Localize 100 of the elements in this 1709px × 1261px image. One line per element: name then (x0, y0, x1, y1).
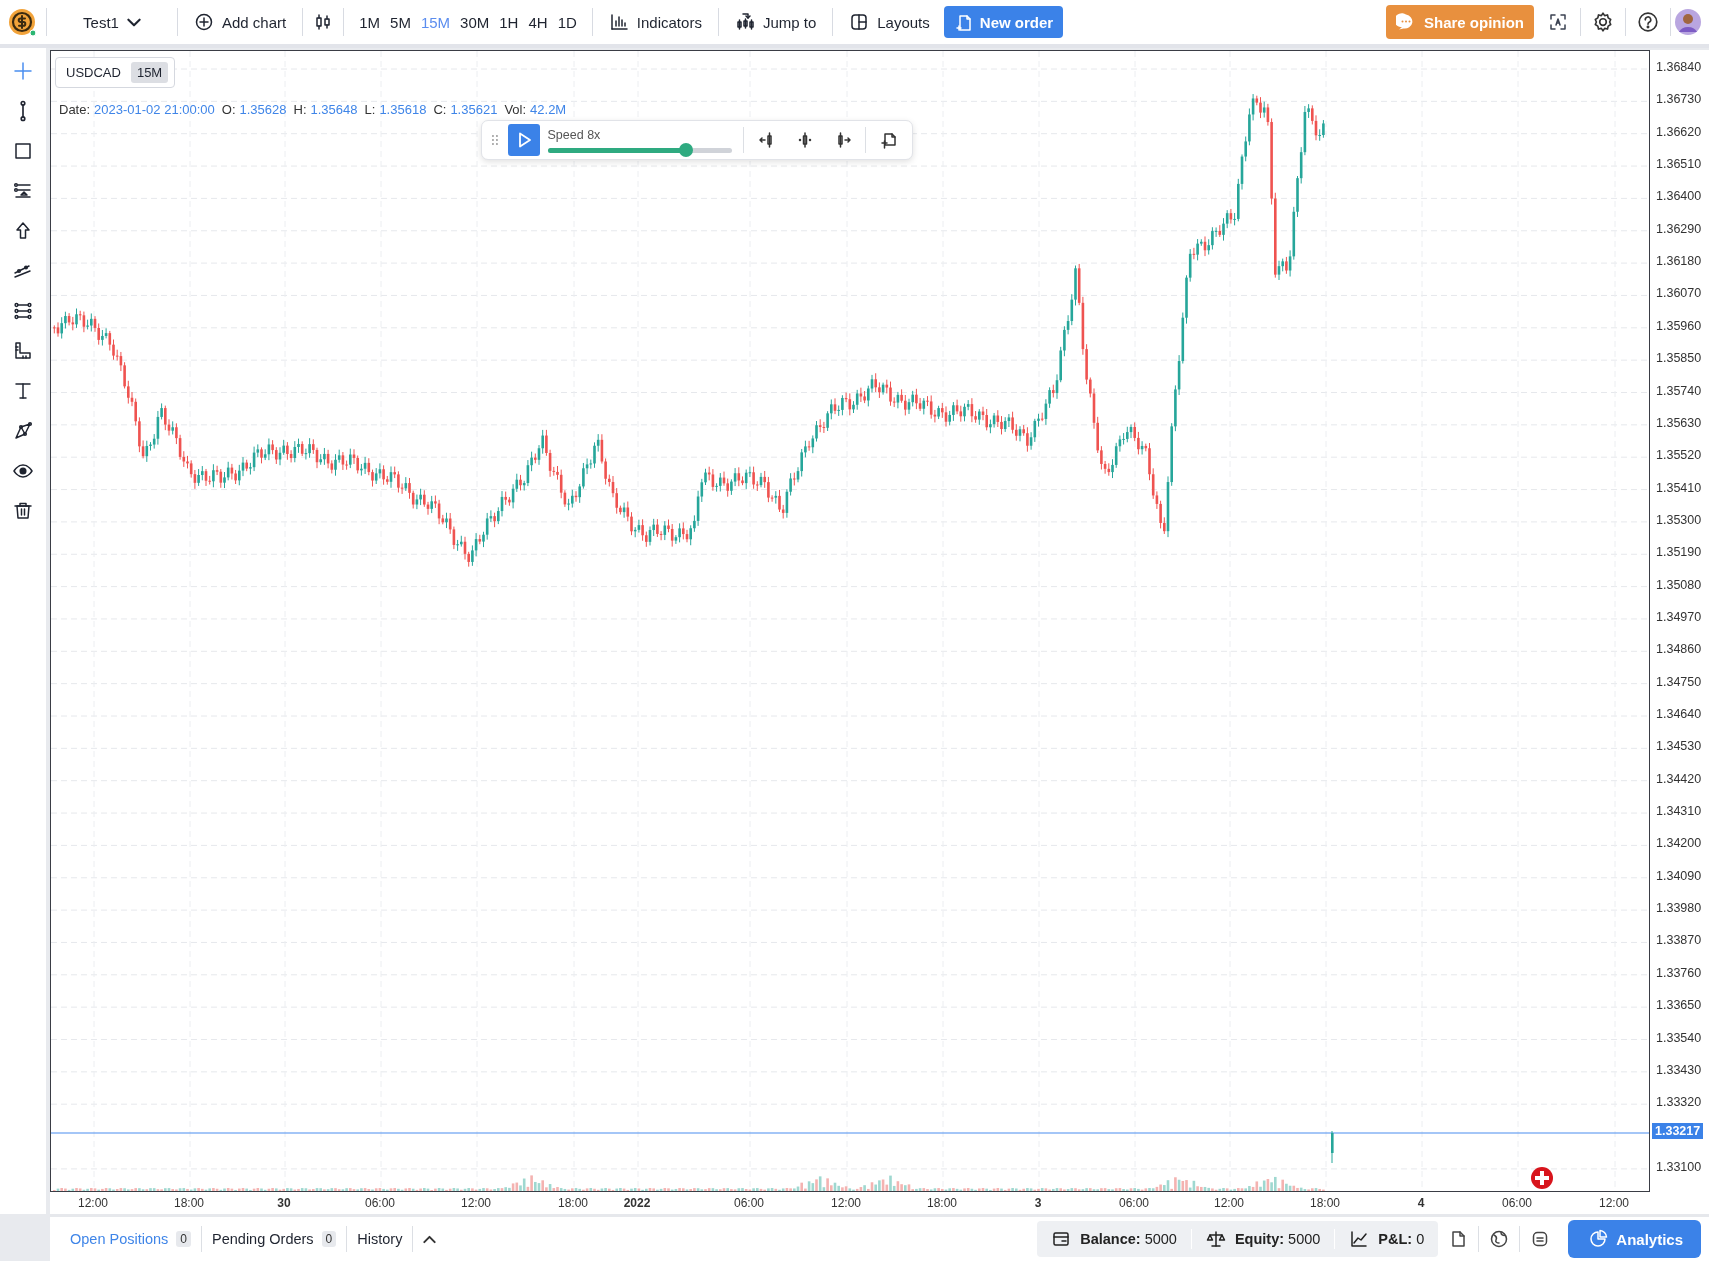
legend-label: Vol: (504, 102, 527, 117)
price-label: 1.35630 (1656, 415, 1702, 430)
legend-label: L: (364, 102, 376, 117)
line-segment-icon (19, 100, 27, 122)
time-label: 06:00 (1119, 1196, 1149, 1210)
price-label: 1.36070 (1656, 286, 1702, 301)
price-label: 1.34970 (1656, 609, 1702, 624)
price-label: 1.34750 (1656, 674, 1702, 689)
parallel-lines-icon (12, 300, 34, 322)
price-label: 1.35740 (1656, 383, 1702, 398)
legend-label: Date: (59, 102, 91, 117)
time-label: 18:00 (558, 1196, 588, 1210)
timeframe-button[interactable]: 5M (385, 9, 416, 35)
analytics-button[interactable]: Analytics (1568, 1220, 1701, 1258)
price-label: 1.33430 (1656, 1062, 1702, 1077)
timeframe-button[interactable]: 1H (494, 9, 524, 35)
panel-tab[interactable]: History (347, 1227, 413, 1251)
price-label: 1.34200 (1656, 836, 1702, 851)
time-label: 18:00 (927, 1196, 957, 1210)
price-label: 1.34090 (1656, 868, 1702, 883)
text-tool-icon (12, 380, 34, 402)
time-label: 2022 (623, 1196, 651, 1210)
chevron-up-icon (423, 1234, 437, 1244)
price-label: 1.33870 (1656, 933, 1702, 948)
current-price-label: 1.33217 (1652, 1123, 1704, 1139)
price-label: 1.35850 (1656, 351, 1702, 366)
new-order-button[interactable]: New order (943, 6, 1064, 38)
timeframe-button[interactable]: 1D (552, 9, 582, 35)
price-label: 1.36840 (1656, 60, 1702, 74)
price-label: 1.35300 (1656, 512, 1702, 527)
frame-icon (1548, 12, 1568, 32)
time-label: 30 (277, 1196, 291, 1210)
time-label: 18:00 (174, 1196, 204, 1210)
layout-grid-icon (849, 12, 870, 32)
price-label: 1.35520 (1656, 448, 1702, 463)
legend-value: 1.35648 (310, 102, 358, 117)
price-label: 1.33760 (1656, 965, 1702, 980)
timeframe-button[interactable]: 4H (523, 9, 553, 35)
price-label: 1.36510 (1656, 157, 1702, 172)
rectangle-icon (12, 140, 34, 162)
indicators-button[interactable]: Indicators (602, 8, 708, 36)
ruler-icon (12, 340, 34, 362)
time-label: 12:00 (1214, 1196, 1244, 1210)
avatar-icon[interactable] (1675, 9, 1701, 35)
chevron-down-icon (126, 17, 141, 27)
account-stat: Equity: 5000 (1234, 1231, 1321, 1247)
plus-circle-icon (194, 12, 214, 32)
logo-icon[interactable] (8, 8, 36, 36)
time-label: 06:00 (1502, 1196, 1532, 1210)
legend-label: H: (293, 102, 307, 117)
price-label: 1.36290 (1656, 221, 1702, 236)
medical-cross-icon[interactable] (1530, 1166, 1554, 1190)
panel-tab[interactable]: Open Positions 0 (60, 1227, 202, 1251)
account-stat: P&L: 0 (1378, 1231, 1425, 1247)
help-icon (1637, 11, 1659, 33)
trash-icon (12, 500, 34, 522)
scales-icon (1205, 1229, 1226, 1249)
price-label: 1.36620 (1656, 124, 1702, 139)
symbol-panel[interactable]: USDCAD 15M (55, 57, 176, 88)
account-stat: Balance: 5000 (1080, 1231, 1177, 1247)
price-label: 1.34310 (1656, 804, 1702, 819)
play-button[interactable] (507, 124, 540, 156)
time-label: 3 (1034, 1196, 1042, 1210)
legend-value: 1.35618 (379, 102, 427, 117)
add-chart-button[interactable]: Add chart (188, 8, 293, 36)
time-label: 12:00 (78, 1196, 108, 1210)
price-label: 1.36180 (1656, 254, 1702, 269)
legend-label: O: (221, 102, 236, 117)
document-plus-icon (953, 13, 972, 31)
time-label: 06:00 (365, 1196, 395, 1210)
bar-chart-icon (608, 12, 629, 32)
crosshair-icon (12, 60, 34, 82)
price-label: 1.35410 (1656, 480, 1702, 495)
price-label: 1.35190 (1656, 545, 1702, 560)
jump-to-button[interactable]: Jump to (728, 8, 823, 36)
drag-handle-icon[interactable] (490, 133, 500, 147)
price-label: 1.33650 (1656, 998, 1702, 1013)
pie-chart-icon (1588, 1229, 1609, 1249)
layout-name-dropdown[interactable]: Test1 (57, 9, 167, 35)
count-badge: 0 (321, 1231, 337, 1247)
price-label: 1.34420 (1656, 771, 1702, 786)
pattern-icon (12, 420, 34, 442)
slider-thumb[interactable] (678, 142, 693, 157)
price-label: 1.33320 (1656, 1095, 1702, 1110)
interval-chip: 15M (130, 62, 169, 83)
settings-icon (1592, 11, 1614, 33)
price-label: 1.35080 (1656, 577, 1702, 592)
globe-icon (1489, 1229, 1510, 1249)
timeframe-button[interactable]: 30M (455, 9, 495, 35)
price-label: 1.36400 (1656, 189, 1702, 204)
last-candle-drawing (1331, 1130, 1334, 1164)
price-label: 1.34640 (1656, 707, 1702, 721)
legend-value: 1.35628 (239, 102, 287, 117)
layouts-button[interactable]: Layouts (843, 8, 936, 36)
wallet-icon (1051, 1229, 1072, 1249)
speed-label: Speed 8x (547, 127, 602, 142)
price-label: 1.33540 (1656, 1030, 1702, 1045)
panel-tab[interactable]: Pending Orders 0 (202, 1227, 347, 1251)
timeframe-button[interactable]: 1M (354, 9, 386, 35)
symbol-label: USDCAD (66, 65, 121, 80)
